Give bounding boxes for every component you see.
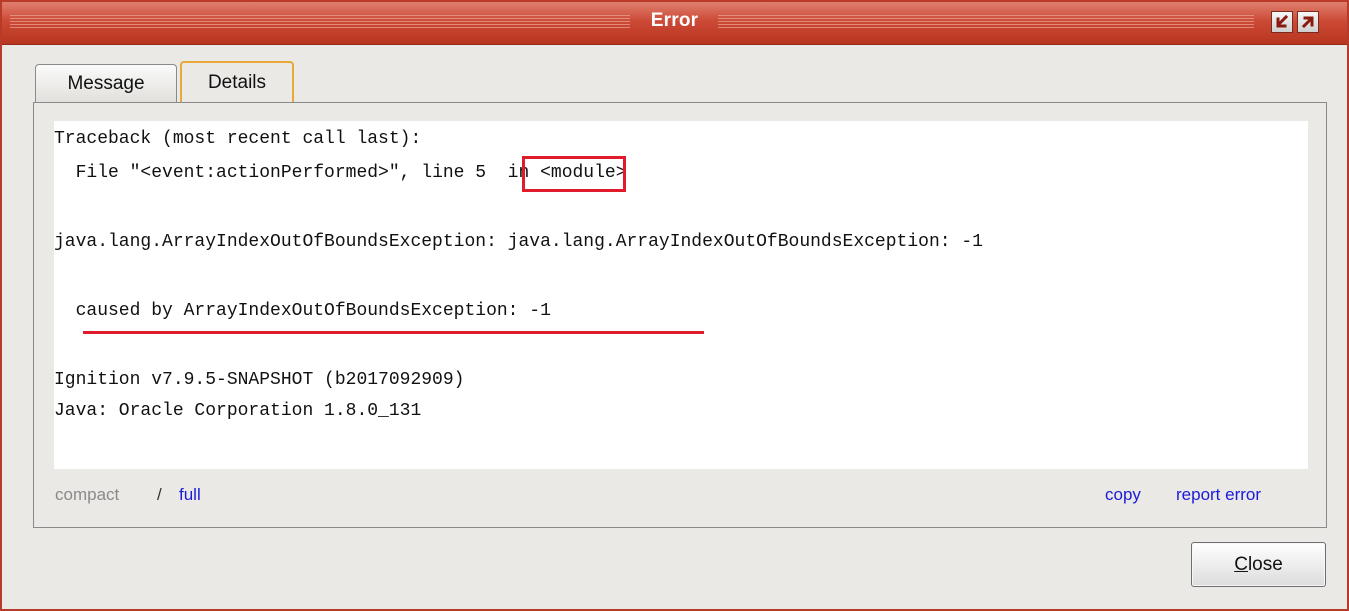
view-mode-separator: / [157, 485, 162, 504]
file-reference: File "<event:actionPerformed>", [54, 163, 422, 183]
java-version-line: Java: Oracle Corporation 1.8.0_131 [54, 401, 422, 421]
tab-message[interactable]: Message [35, 64, 177, 102]
compact-view-link[interactable]: compact [55, 485, 119, 505]
close-button-label: lose [1247, 554, 1283, 575]
line-number-highlight-box [522, 156, 626, 192]
copy-link[interactable]: copy [1105, 485, 1141, 505]
exception-line: java.lang.ArrayIndexOutOfBoundsException… [54, 232, 983, 252]
close-mnemonic: C [1234, 554, 1248, 575]
maximize-button[interactable] [1297, 11, 1319, 33]
report-error-link[interactable]: report error [1176, 485, 1261, 505]
caused-by-line: caused by ArrayIndexOutOfBoundsException… [54, 301, 551, 321]
minimize-restore-icon [1276, 14, 1289, 28]
window-title: Error [650, 10, 699, 31]
tab-details[interactable]: Details [180, 61, 294, 103]
title-bar[interactable]: Error [2, 2, 1347, 45]
traceback-header: Traceback (most recent call last): [54, 129, 422, 149]
ignition-version-line: Ignition v7.9.5-SNAPSHOT (b2017092909) [54, 370, 465, 390]
maximize-icon [1301, 16, 1314, 29]
minimize-restore-button[interactable] [1271, 11, 1293, 33]
line-number-text: line 5 [421, 163, 487, 183]
close-button[interactable]: Close [1191, 542, 1326, 587]
caused-by-underline [83, 331, 704, 334]
traceback-text-area[interactable]: Traceback (most recent call last): File … [54, 121, 1308, 469]
full-view-link[interactable]: full [179, 485, 201, 505]
